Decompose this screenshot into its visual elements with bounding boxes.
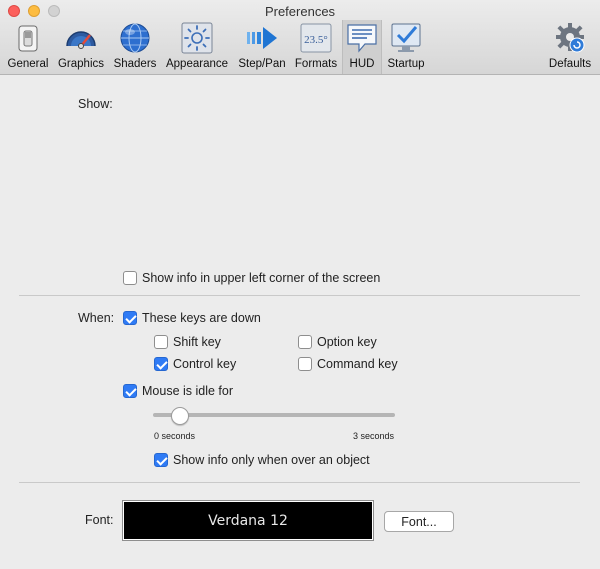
svg-text:23.5°: 23.5° — [304, 34, 328, 46]
toolbar-formats[interactable]: 23.5° Formats — [292, 20, 340, 74]
separator — [19, 295, 580, 296]
toolbar-step-pan[interactable]: Step/Pan — [234, 20, 290, 74]
hud-preferences-pane: Show: Show info in upper left corner of … — [0, 76, 600, 569]
toolbar-hud-label: HUD — [349, 58, 375, 70]
toolbar-step-pan-label: Step/Pan — [238, 58, 286, 70]
slider-max-label: 3 seconds — [353, 431, 395, 441]
over-object-checkbox[interactable]: Show info only when over an object — [154, 452, 370, 468]
show-label: Show: — [78, 97, 113, 111]
idle-time-slider-track[interactable] — [153, 413, 395, 417]
checkbox-label: These keys are down — [142, 311, 261, 325]
speedometer-icon — [66, 31, 96, 49]
slider-min-label: 0 seconds — [154, 431, 196, 441]
checkbox-box[interactable] — [298, 335, 312, 349]
toolbar-hud[interactable]: HUD — [342, 20, 382, 74]
checkbox-box[interactable] — [154, 357, 168, 371]
title-bar: Preferences General Graphics Shaders App… — [0, 0, 600, 75]
toolbar-startup-label: Startup — [387, 58, 425, 70]
checkbox-box[interactable] — [123, 271, 137, 285]
checkbox-box[interactable] — [154, 335, 168, 349]
toolbar-general-label: General — [7, 58, 49, 70]
checkbox-label: Mouse is idle for — [142, 384, 234, 398]
toolbar-shaders[interactable]: Shaders — [110, 20, 160, 74]
mouse-idle-checkbox[interactable]: Mouse is idle for — [123, 383, 233, 399]
shift-key-checkbox[interactable]: Shift key — [154, 334, 221, 350]
checkbox-box[interactable] — [298, 357, 312, 371]
preferences-window: Preferences General Graphics Shaders App… — [0, 0, 600, 569]
toolbar-graphics[interactable]: Graphics — [54, 20, 108, 74]
keys-down-checkbox[interactable]: These keys are down — [123, 310, 261, 326]
toolbar-graphics-label: Graphics — [57, 58, 105, 70]
toolbar-defaults[interactable]: Defaults — [545, 20, 595, 74]
brightness-icon — [181, 22, 213, 54]
checkbox-box[interactable] — [123, 384, 137, 398]
toolbar-appearance-label: Appearance — [165, 58, 229, 70]
toolbar-startup[interactable]: Startup — [384, 20, 428, 74]
control-key-checkbox[interactable]: Control key — [154, 356, 236, 372]
when-label: When: — [78, 311, 115, 325]
checkbox-box[interactable] — [123, 311, 137, 325]
window-title: Preferences — [264, 4, 336, 19]
choose-font-button[interactable]: Font... — [384, 511, 454, 532]
hud-speech-icon — [347, 24, 377, 53]
toolbar-appearance[interactable]: Appearance — [162, 20, 232, 74]
font-preview: Verdana 12 — [122, 500, 374, 541]
toolbar-defaults-label: Defaults — [548, 58, 592, 70]
globe-icon — [120, 23, 150, 53]
arrow-right-icon — [247, 27, 277, 49]
checkbox-label: Show info in upper left corner of the sc… — [142, 271, 381, 285]
gear-reset-icon — [556, 23, 585, 53]
checkbox-label: Option key — [317, 335, 377, 349]
separator — [19, 482, 580, 483]
checkbox-label: Show info only when over an object — [173, 453, 370, 467]
idle-time-slider-thumb[interactable] — [170, 407, 189, 425]
toolbar-formats-label: Formats — [294, 58, 338, 70]
toolbar-general[interactable]: General — [4, 20, 52, 74]
checkbox-label: Control key — [173, 357, 237, 371]
checkbox-box[interactable] — [154, 453, 168, 467]
monitor-check-icon — [391, 23, 421, 52]
font-label: Font: — [85, 513, 114, 527]
command-key-checkbox[interactable]: Command key — [298, 356, 398, 372]
checkbox-label: Shift key — [173, 335, 221, 349]
formats-icon: 23.5° — [300, 23, 332, 53]
general-switch-icon — [18, 25, 38, 52]
option-key-checkbox[interactable]: Option key — [298, 334, 377, 350]
toolbar-shaders-label: Shaders — [113, 58, 157, 70]
show-upper-left-checkbox[interactable]: Show info in upper left corner of the sc… — [123, 270, 380, 286]
checkbox-label: Command key — [317, 357, 398, 371]
